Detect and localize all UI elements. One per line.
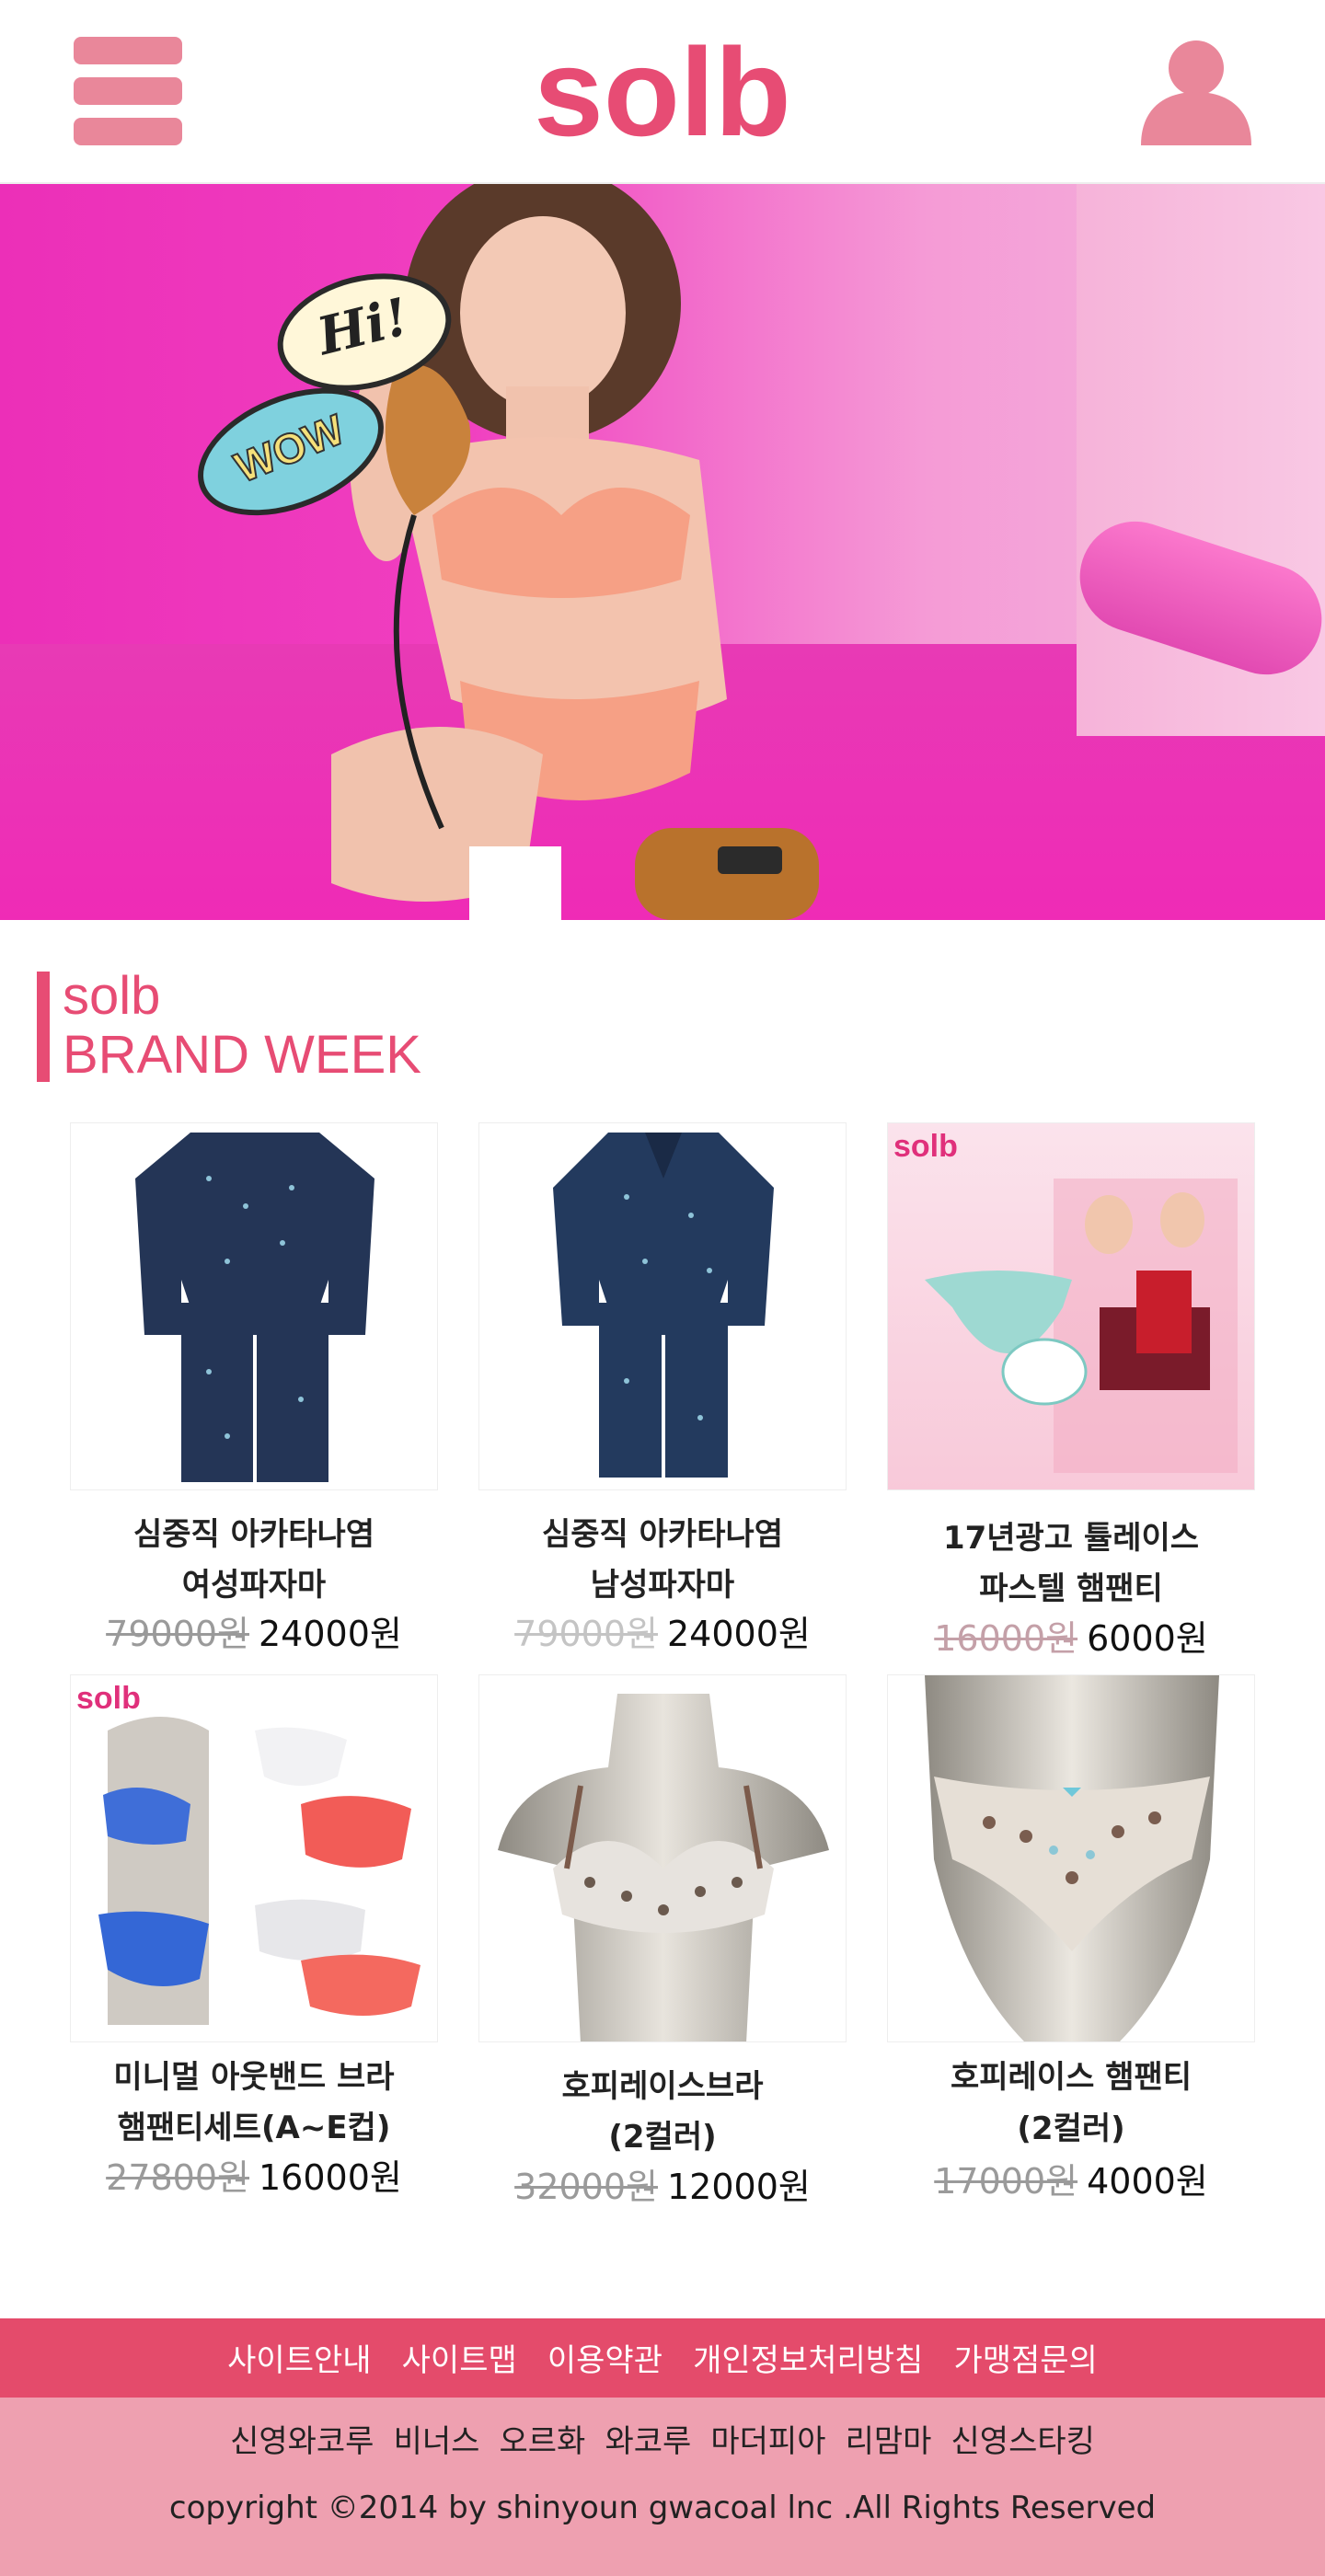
solb-brand-tag: solb — [76, 1681, 141, 1716]
footer-link-privacy[interactable]: 개인정보처리방침 — [693, 2335, 923, 2380]
site-logo[interactable]: solb — [0, 18, 1325, 166]
footer-brands: 신영와코루 비너스 오르화 와코루 마더피아 리맘마 신영스타킹 copyrig… — [0, 2398, 1325, 2576]
original-price: 16000원 — [934, 1618, 1078, 1659]
product-card[interactable]: 호피레이스브라 (2컬러) 32000원 12000원 — [478, 1674, 847, 2217]
brand-link[interactable]: 비너스 — [394, 2416, 480, 2461]
brand-list: 신영와코루 비너스 오르화 와코루 마더피아 리맘마 신영스타킹 — [0, 2416, 1325, 2461]
price-row: 79000원 24000원 — [33, 1605, 475, 1656]
footer-nav: 사이트안내 사이트맵 이용약관 개인정보처리방침 가맹점문의 — [0, 2318, 1325, 2398]
heading-title: BRAND WEEK — [63, 1025, 421, 1085]
product-name-line2[interactable]: 햄팬티세트(A~E컵) — [42, 2102, 466, 2147]
product-name-line2[interactable]: 남성파자마 — [451, 1559, 874, 1604]
product-name[interactable]: 심중직 아카타나염 — [42, 1509, 466, 1554]
brand-link[interactable]: 신영와코루 — [230, 2416, 374, 2461]
product-image[interactable] — [70, 1122, 438, 1490]
copyright-text: copyright ©2014 by shinyoun gwacoal lnc … — [168, 2490, 1157, 2526]
brand-link[interactable]: 와코루 — [605, 2416, 691, 2461]
product-image[interactable]: solb — [70, 1674, 438, 2042]
original-price: 17000원 — [934, 2161, 1078, 2202]
site-header: solb — [0, 0, 1325, 184]
user-account-icon[interactable] — [1141, 35, 1251, 145]
price-row: 27800원 16000원 — [33, 2149, 475, 2200]
product-card[interactable]: 심중직 아카타나염 여성파자마 79000원 24000원 — [70, 1122, 438, 1665]
product-name-line2[interactable]: 파스텔 햄팬티 — [859, 1563, 1283, 1608]
footer-link-site-guide[interactable]: 사이트안내 — [227, 2335, 371, 2380]
original-price: 79000원 — [106, 1614, 249, 1654]
product-card[interactable]: solb 미니멀 아웃밴드 브라 햄팬티세트(A~E컵) 27800원 16000… — [70, 1674, 438, 2217]
product-card[interactable]: 심중직 아카타나염 남성파자마 79000원 24000원 — [478, 1122, 847, 1665]
heading-accent-bar — [37, 972, 50, 1082]
brand-link[interactable]: 오르화 — [500, 2416, 586, 2461]
original-price: 27800원 — [106, 2157, 249, 2198]
hero-banner[interactable]: Hi! WOW — [0, 184, 1325, 920]
product-image[interactable] — [478, 1674, 847, 2042]
product-name[interactable]: 호피레이스 햄팬티 — [859, 2052, 1283, 2097]
product-image[interactable] — [887, 1674, 1255, 2042]
product-name[interactable]: 미니멀 아웃밴드 브라 — [42, 2052, 466, 2097]
sale-price: 6000원 — [1087, 1618, 1208, 1659]
product-image[interactable]: solb — [887, 1122, 1255, 1490]
footer-link-terms[interactable]: 이용약관 — [547, 2335, 662, 2380]
brand-link[interactable]: 리맘마 — [846, 2416, 932, 2461]
footer-link-franchise[interactable]: 가맹점문의 — [953, 2335, 1097, 2380]
sale-price: 4000원 — [1087, 2161, 1208, 2202]
sale-price: 24000원 — [667, 1614, 811, 1654]
solb-brand-tag: solb — [893, 1129, 958, 1164]
product-name[interactable]: 17년광고 튤레이스 — [859, 1512, 1283, 1558]
original-price: 32000원 — [514, 2167, 658, 2207]
sale-price: 12000원 — [667, 2167, 811, 2207]
price-row: 79000원 24000원 — [442, 1605, 883, 1656]
price-row: 16000원 6000원 — [850, 1610, 1292, 1661]
original-price: 79000원 — [514, 1614, 658, 1654]
product-name[interactable]: 호피레이스브라 — [451, 2061, 874, 2106]
brand-link[interactable]: 마더피아 — [710, 2416, 825, 2461]
product-name-line2[interactable]: (2컬러) — [859, 2103, 1283, 2148]
footer-link-sitemap[interactable]: 사이트맵 — [402, 2335, 517, 2380]
price-row: 17000원 4000원 — [850, 2153, 1292, 2203]
product-image[interactable] — [478, 1122, 847, 1490]
price-row: 32000원 12000원 — [442, 2158, 883, 2209]
brand-link[interactable]: 신영스타킹 — [951, 2416, 1095, 2461]
sale-price: 24000원 — [259, 1614, 402, 1654]
product-name-line2[interactable]: 여성파자마 — [42, 1559, 466, 1604]
sale-price: 16000원 — [259, 2157, 402, 2198]
product-name-line2[interactable]: (2컬러) — [451, 2111, 874, 2156]
product-card[interactable]: 호피레이스 햄팬티 (2컬러) 17000원 4000원 — [887, 1674, 1255, 2217]
product-name[interactable]: 심중직 아카타나염 — [451, 1509, 874, 1554]
product-card[interactable]: solb 17년광고 튤레이스 파스텔 햄팬티 16000원 6000원 — [887, 1122, 1255, 1665]
heading-brand: solb — [63, 966, 161, 1026]
